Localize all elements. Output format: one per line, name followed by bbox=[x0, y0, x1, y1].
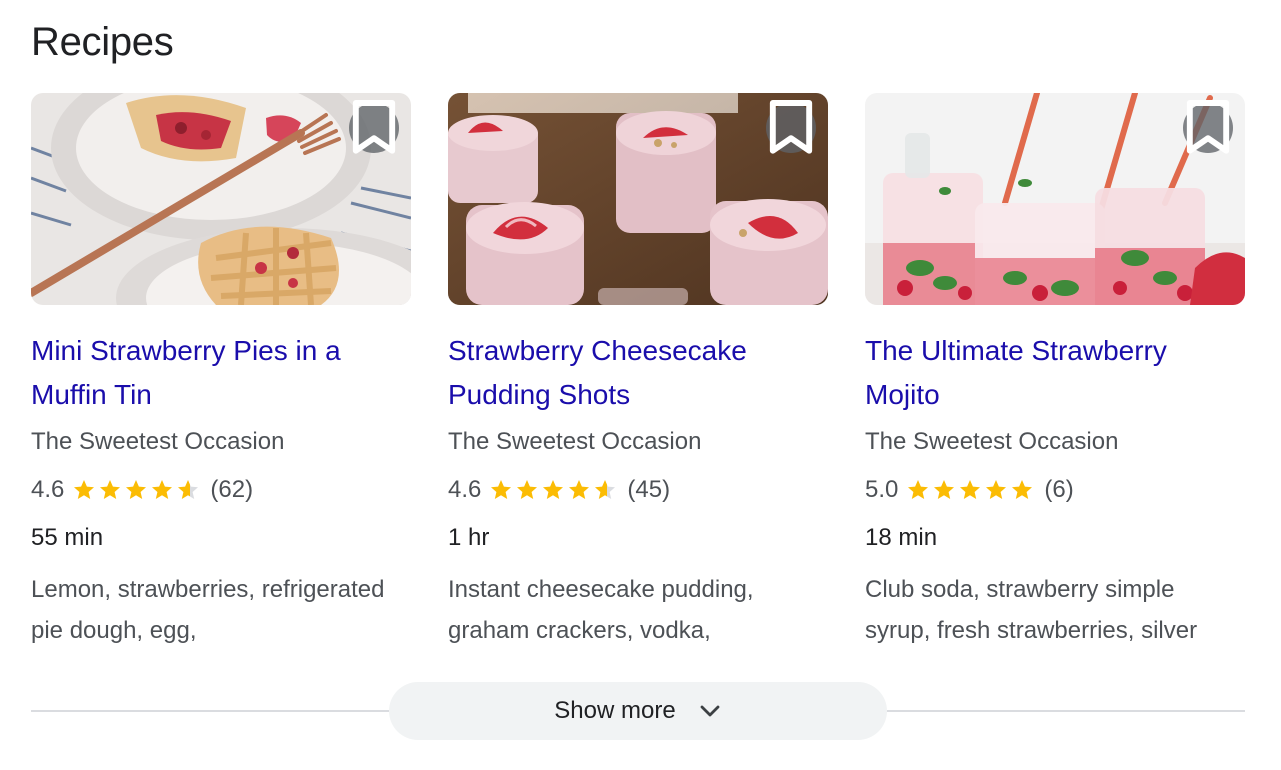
star-icon bbox=[960, 480, 981, 499]
star-icon bbox=[595, 480, 616, 499]
recipe-image[interactable] bbox=[865, 93, 1245, 305]
star-icon bbox=[517, 480, 538, 499]
star-icon bbox=[934, 480, 955, 499]
recipe-source: The Sweetest Occasion bbox=[865, 428, 1119, 455]
recipe-source: The Sweetest Occasion bbox=[448, 428, 702, 455]
save-recipe-button[interactable] bbox=[349, 100, 399, 154]
rating-row: 5.0 (6) bbox=[865, 473, 1245, 507]
recipe-card[interactable]: Strawberry Cheesecake Pudding Shots The … bbox=[448, 93, 828, 651]
cook-time: 18 min bbox=[865, 524, 938, 551]
rating-score: 4.6 bbox=[31, 476, 65, 503]
recipes-module: Recipes Mini Strawberry Pies in a Muffin… bbox=[0, 0, 1281, 770]
star-icon bbox=[569, 480, 590, 499]
recipe-image[interactable] bbox=[31, 93, 411, 305]
star-rating bbox=[906, 478, 1036, 502]
show-more-label: Show more bbox=[554, 697, 676, 724]
show-more-button[interactable]: Show more bbox=[389, 682, 887, 740]
star-icon bbox=[100, 480, 121, 499]
rating-row: 4.6 (62) bbox=[31, 473, 411, 507]
star-rating bbox=[489, 478, 619, 502]
review-count: (45) bbox=[627, 476, 671, 503]
star-icon bbox=[986, 480, 1007, 499]
recipe-title-link[interactable]: Mini Strawberry Pies in a Muffin Tin bbox=[31, 329, 411, 417]
star-icon bbox=[1012, 480, 1033, 499]
divider bbox=[887, 710, 1245, 712]
recipe-title-link[interactable]: The Ultimate Strawberry Mojito bbox=[865, 329, 1245, 417]
divider bbox=[31, 710, 389, 712]
ingredients-text: Instant cheesecake pudding, graham crack… bbox=[448, 576, 754, 644]
review-count: (6) bbox=[1044, 476, 1074, 503]
star-icon bbox=[152, 480, 173, 499]
rating-score: 4.6 bbox=[448, 476, 482, 503]
rating-row: 4.6 (45) bbox=[448, 473, 828, 507]
section-title: Recipes bbox=[31, 20, 174, 64]
star-icon bbox=[543, 480, 564, 499]
cook-time: 55 min bbox=[31, 524, 104, 551]
ingredients-text: Lemon, strawberries, refrigerated pie do… bbox=[31, 576, 385, 644]
rating-score: 5.0 bbox=[865, 476, 899, 503]
bookmark-icon bbox=[769, 100, 813, 154]
star-icon bbox=[491, 480, 512, 499]
recipe-image[interactable] bbox=[448, 93, 828, 305]
recipe-card[interactable]: The Ultimate Strawberry Mojito The Sweet… bbox=[865, 93, 1245, 651]
save-recipe-button[interactable] bbox=[766, 100, 816, 154]
star-icon bbox=[178, 480, 199, 499]
chevron-down-icon bbox=[698, 703, 722, 719]
bookmark-icon bbox=[352, 100, 396, 154]
star-icon bbox=[126, 480, 147, 499]
recipe-title-link[interactable]: Strawberry Cheesecake Pudding Shots bbox=[448, 329, 828, 417]
recipe-source: The Sweetest Occasion bbox=[31, 428, 285, 455]
star-icon bbox=[74, 480, 95, 499]
ingredients-text: Club soda, strawberry simple syrup, fres… bbox=[865, 576, 1198, 644]
recipe-card[interactable]: Mini Strawberry Pies in a Muffin Tin The… bbox=[31, 93, 411, 651]
review-count: (62) bbox=[210, 476, 254, 503]
star-icon bbox=[908, 480, 929, 499]
star-rating bbox=[72, 478, 202, 502]
bookmark-icon bbox=[1186, 100, 1230, 154]
cook-time: 1 hr bbox=[448, 524, 490, 551]
save-recipe-button[interactable] bbox=[1183, 100, 1233, 154]
